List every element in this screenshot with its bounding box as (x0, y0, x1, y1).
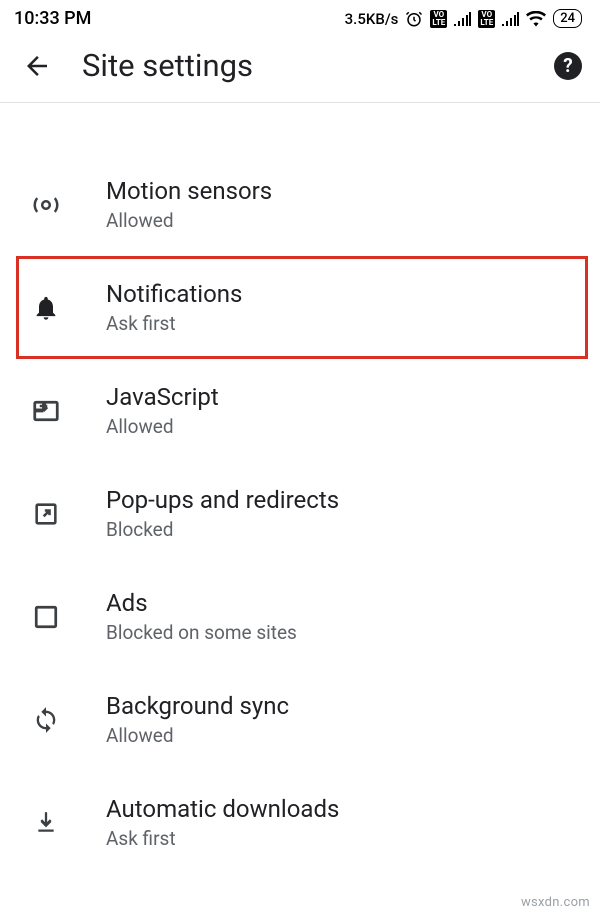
setting-motion-sensors[interactable]: Motion sensors Allowed (0, 153, 600, 256)
setting-subtitle: Blocked on some sites (106, 621, 578, 644)
setting-title: Background sync (106, 692, 578, 720)
setting-subtitle: Allowed (106, 724, 578, 747)
setting-subtitle: Blocked (106, 518, 578, 541)
setting-title: JavaScript (106, 383, 578, 411)
bell-icon (28, 294, 64, 322)
motion-icon (28, 190, 64, 220)
ads-icon (28, 604, 64, 630)
sync-icon (28, 706, 64, 734)
status-time: 10:33 PM (14, 8, 91, 29)
setting-subtitle: Ask first (106, 827, 578, 850)
page-title: Site settings (82, 47, 524, 84)
watermark: wsxdn.com (521, 895, 590, 910)
volte-badge-1: VOLTE (430, 10, 447, 28)
wifi-icon (526, 11, 546, 27)
popup-icon (28, 500, 64, 528)
setting-javascript[interactable]: JavaScript Allowed (0, 359, 600, 462)
battery-indicator: 24 (553, 9, 582, 28)
signal-icon-1 (454, 12, 471, 26)
setting-notifications[interactable]: Notifications Ask first (16, 256, 588, 359)
setting-title: Motion sensors (106, 177, 578, 205)
javascript-icon (28, 396, 64, 426)
volte-badge-2: VOLTE (478, 10, 495, 28)
setting-title: Notifications (106, 280, 566, 308)
setting-subtitle: Allowed (106, 415, 578, 438)
setting-title: Pop-ups and redirects (106, 486, 578, 514)
settings-list: Motion sensors Allowed Notifications Ask… (0, 103, 600, 860)
app-header: Site settings ? (0, 35, 600, 103)
setting-automatic-downloads[interactable]: Automatic downloads Ask first (0, 771, 600, 860)
signal-icon-2 (502, 12, 519, 26)
setting-subtitle: Ask first (106, 312, 566, 335)
setting-popups[interactable]: Pop-ups and redirects Blocked (0, 462, 600, 565)
help-button[interactable]: ? (554, 52, 582, 80)
alarm-icon (405, 10, 423, 28)
status-bar: 10:33 PM 3.5KB/s VOLTE VOLTE 24 (0, 0, 600, 35)
download-icon (28, 810, 64, 836)
setting-subtitle: Allowed (106, 209, 578, 232)
setting-background-sync[interactable]: Background sync Allowed (0, 668, 600, 771)
setting-ads[interactable]: Ads Blocked on some sites (0, 565, 600, 668)
network-speed: 3.5KB/s (345, 10, 399, 28)
setting-title: Automatic downloads (106, 795, 578, 823)
partial-item (0, 103, 600, 119)
back-icon[interactable] (22, 51, 52, 81)
setting-title: Ads (106, 589, 578, 617)
